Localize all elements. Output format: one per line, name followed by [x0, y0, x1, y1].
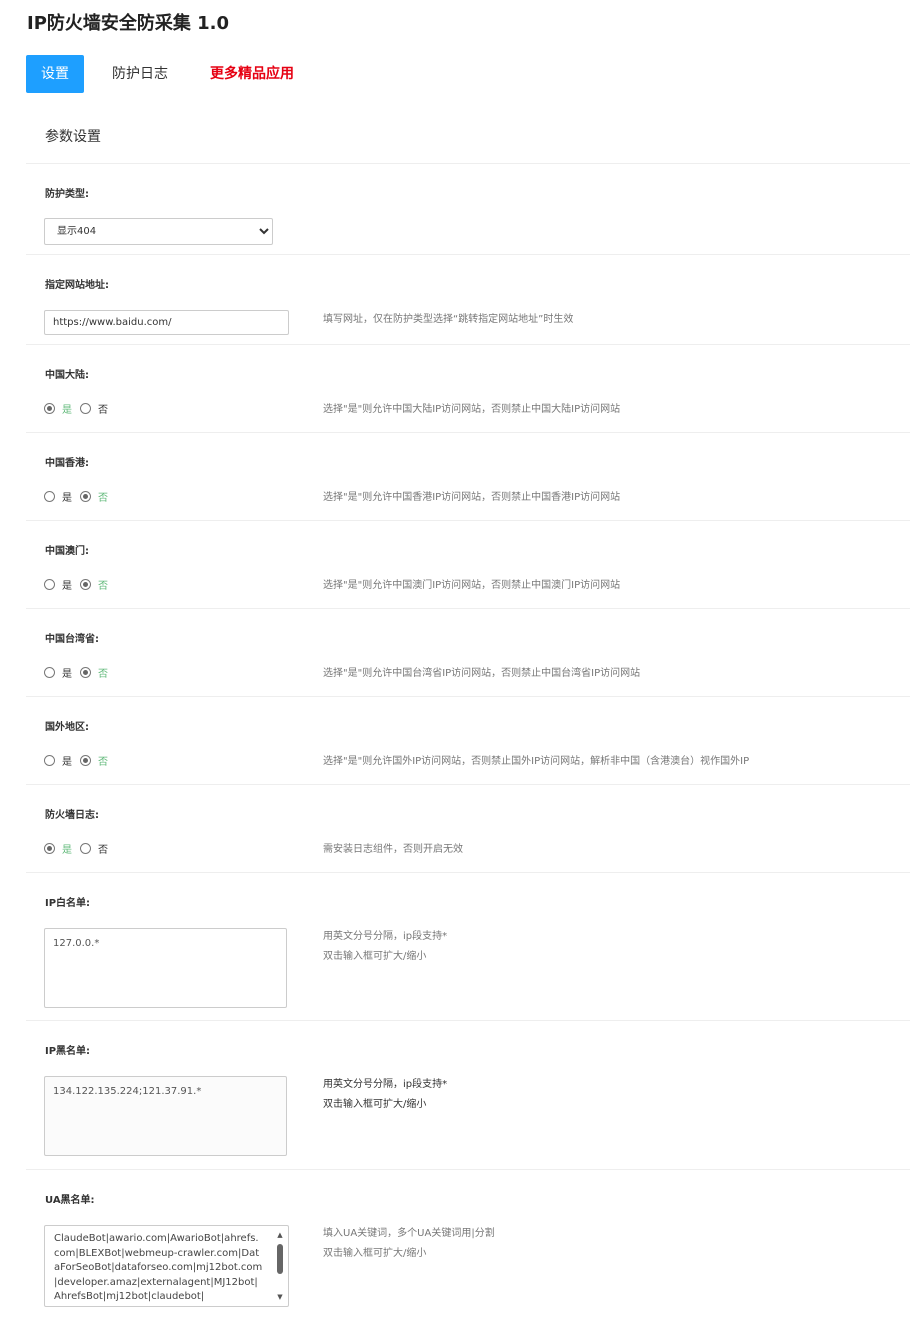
- tip-foreign: 选择"是"则允许国外IP访问网站，否则禁止国外IP访问网站，解析非中国（含港澳台…: [323, 756, 750, 767]
- macau-radio-yes[interactable]: 是: [44, 577, 72, 592]
- tip-ip-whitelist-line1: 用英文分号分隔，ip段支持*: [323, 931, 448, 942]
- mainland-radio-group: 是 否: [44, 401, 116, 416]
- settings-panel: 参数设置 防护类型: 显示404 指定网站地址: 填写网址，仅在防护类型选择“跳…: [26, 113, 910, 1320]
- label-foreign: 国外地区:: [45, 722, 89, 733]
- ua-blacklist-text: ClaudeBot|awario.com|AwarioBot|ahrefs.co…: [54, 1233, 263, 1302]
- tip-macau: 选择"是"则允许中国澳门IP访问网站，否则禁止中国澳门IP访问网站: [323, 580, 621, 591]
- protect-type-select[interactable]: 显示404: [44, 218, 273, 245]
- tab-settings[interactable]: 设置: [26, 55, 84, 93]
- label-protect-type: 防护类型:: [45, 189, 89, 200]
- label-ip-blacklist: IP黑名单:: [45, 1046, 91, 1057]
- row-ip-whitelist: IP白名单: 127.0.0.* 用英文分号分隔，ip段支持* 双击输入框可扩大…: [26, 873, 910, 1021]
- label-mainland: 中国大陆:: [45, 370, 89, 381]
- label-ip-whitelist: IP白名单:: [45, 898, 91, 909]
- tip-taiwan: 选择"是"则允许中国台湾省IP访问网站，否则禁止中国台湾省IP访问网站: [323, 668, 641, 679]
- firewall-log-radio-group: 是 否: [44, 841, 116, 856]
- mainland-radio-yes[interactable]: 是: [44, 401, 72, 416]
- radio-checked-icon: [44, 403, 55, 414]
- row-protect-type: 防护类型: 显示404: [26, 164, 910, 255]
- taiwan-radio-yes[interactable]: 是: [44, 665, 72, 680]
- taiwan-radio-no[interactable]: 否: [80, 665, 108, 680]
- label-hongkong: 中国香港:: [45, 458, 89, 469]
- label-ua-blacklist: UA黑名单:: [45, 1195, 95, 1206]
- radio-checked-icon: [44, 843, 55, 854]
- row-macau: 中国澳门: 是 否 选择"是"则允许中国澳门IP访问网站，否则禁止中国澳门IP访…: [26, 521, 910, 609]
- row-mainland: 中国大陆: 是 否 选择"是"则允许中国大陆IP访问网站，否则禁止中国大陆IP访…: [26, 345, 910, 433]
- radio-unchecked-icon: [44, 491, 55, 502]
- foreign-radio-no[interactable]: 否: [80, 753, 108, 768]
- tip-hongkong: 选择"是"则允许中国香港IP访问网站，否则禁止中国香港IP访问网站: [323, 492, 621, 503]
- radio-unchecked-icon: [80, 403, 91, 414]
- tip-site-url: 填写网址，仅在防护类型选择“跳转指定网站地址”时生效: [323, 314, 574, 325]
- scroll-up-arrow-icon[interactable]: ▲: [274, 1230, 286, 1240]
- panel-title: 参数设置: [26, 113, 910, 164]
- label-macau: 中国澳门:: [45, 546, 89, 557]
- radio-checked-icon: [80, 491, 91, 502]
- macau-radio-no[interactable]: 否: [80, 577, 108, 592]
- radio-checked-icon: [80, 755, 91, 766]
- tab-more-apps[interactable]: 更多精品应用: [196, 55, 308, 93]
- row-site-url: 指定网站地址: 填写网址，仅在防护类型选择“跳转指定网站地址”时生效: [26, 255, 910, 345]
- radio-checked-icon: [80, 667, 91, 678]
- radio-unchecked-icon: [44, 667, 55, 678]
- tip-ip-blacklist: 用英文分号分隔，ip段支持* 双击输入框可扩大/缩小: [323, 1075, 447, 1115]
- ua-scrollbar[interactable]: ▲ ▼: [274, 1230, 286, 1302]
- hongkong-radio-group: 是 否: [44, 489, 116, 504]
- tip-ip-whitelist: 用英文分号分隔，ip段支持* 双击输入框可扩大/缩小: [323, 927, 447, 967]
- site-url-input[interactable]: [44, 310, 289, 335]
- tip-ip-blacklist-line1: 用英文分号分隔，ip段支持*: [323, 1079, 448, 1090]
- foreign-radio-group: 是 否: [44, 753, 116, 768]
- tip-mainland: 选择"是"则允许中国大陆IP访问网站，否则禁止中国大陆IP访问网站: [323, 404, 621, 415]
- scrollbar-thumb[interactable]: [277, 1244, 283, 1274]
- hongkong-radio-yes[interactable]: 是: [44, 489, 72, 504]
- tip-ip-blacklist-line2: 双击输入框可扩大/缩小: [323, 1099, 427, 1110]
- row-hongkong: 中国香港: 是 否 选择"是"则允许中国香港IP访问网站，否则禁止中国香港IP访…: [26, 433, 910, 521]
- radio-unchecked-icon: [80, 843, 91, 854]
- ip-blacklist-textarea[interactable]: 134.122.135.224;121.37.91.*: [44, 1076, 287, 1156]
- tip-firewall-log: 需安装日志组件，否则开启无效: [323, 844, 463, 855]
- label-taiwan: 中国台湾省:: [45, 634, 99, 645]
- row-ua-blacklist: UA黑名单: ClaudeBot|awario.com|AwarioBot|ah…: [26, 1170, 910, 1320]
- tip-ua-blacklist-line2: 双击输入框可扩大/缩小: [323, 1248, 427, 1259]
- foreign-radio-yes[interactable]: 是: [44, 753, 72, 768]
- row-taiwan: 中国台湾省: 是 否 选择"是"则允许中国台湾省IP访问网站，否则禁止中国台湾省…: [26, 609, 910, 697]
- row-ip-blacklist: IP黑名单: 134.122.135.224;121.37.91.* 用英文分号…: [26, 1021, 910, 1170]
- tip-ip-whitelist-line2: 双击输入框可扩大/缩小: [323, 951, 427, 962]
- taiwan-radio-group: 是 否: [44, 665, 116, 680]
- app-title: IP防火墙安全防采集 1.0: [27, 13, 230, 34]
- label-firewall-log: 防火墙日志:: [45, 810, 99, 821]
- macau-radio-group: 是 否: [44, 577, 116, 592]
- tip-ua-blacklist: 填入UA关键词，多个UA关键词用|分割 双击输入框可扩大/缩小: [323, 1224, 495, 1264]
- tip-ua-blacklist-line1: 填入UA关键词，多个UA关键词用|分割: [323, 1228, 495, 1239]
- tab-protection-log[interactable]: 防护日志: [98, 55, 182, 93]
- radio-unchecked-icon: [44, 755, 55, 766]
- ip-whitelist-textarea[interactable]: 127.0.0.*: [44, 928, 287, 1008]
- tab-bar: 设置 防护日志 更多精品应用: [26, 55, 308, 93]
- hongkong-radio-no[interactable]: 否: [80, 489, 108, 504]
- mainland-radio-no[interactable]: 否: [80, 401, 108, 416]
- scroll-down-arrow-icon[interactable]: ▼: [274, 1292, 286, 1302]
- row-firewall-log: 防火墙日志: 是 否 需安装日志组件，否则开启无效: [26, 785, 910, 873]
- radio-checked-icon: [80, 579, 91, 590]
- radio-unchecked-icon: [44, 579, 55, 590]
- ua-blacklist-textarea[interactable]: ClaudeBot|awario.com|AwarioBot|ahrefs.co…: [44, 1225, 289, 1307]
- row-foreign: 国外地区: 是 否 选择"是"则允许国外IP访问网站，否则禁止国外IP访问网站，…: [26, 697, 910, 785]
- firewall-log-radio-no[interactable]: 否: [80, 841, 108, 856]
- label-site-url: 指定网站地址:: [45, 280, 109, 291]
- firewall-log-radio-yes[interactable]: 是: [44, 841, 72, 856]
